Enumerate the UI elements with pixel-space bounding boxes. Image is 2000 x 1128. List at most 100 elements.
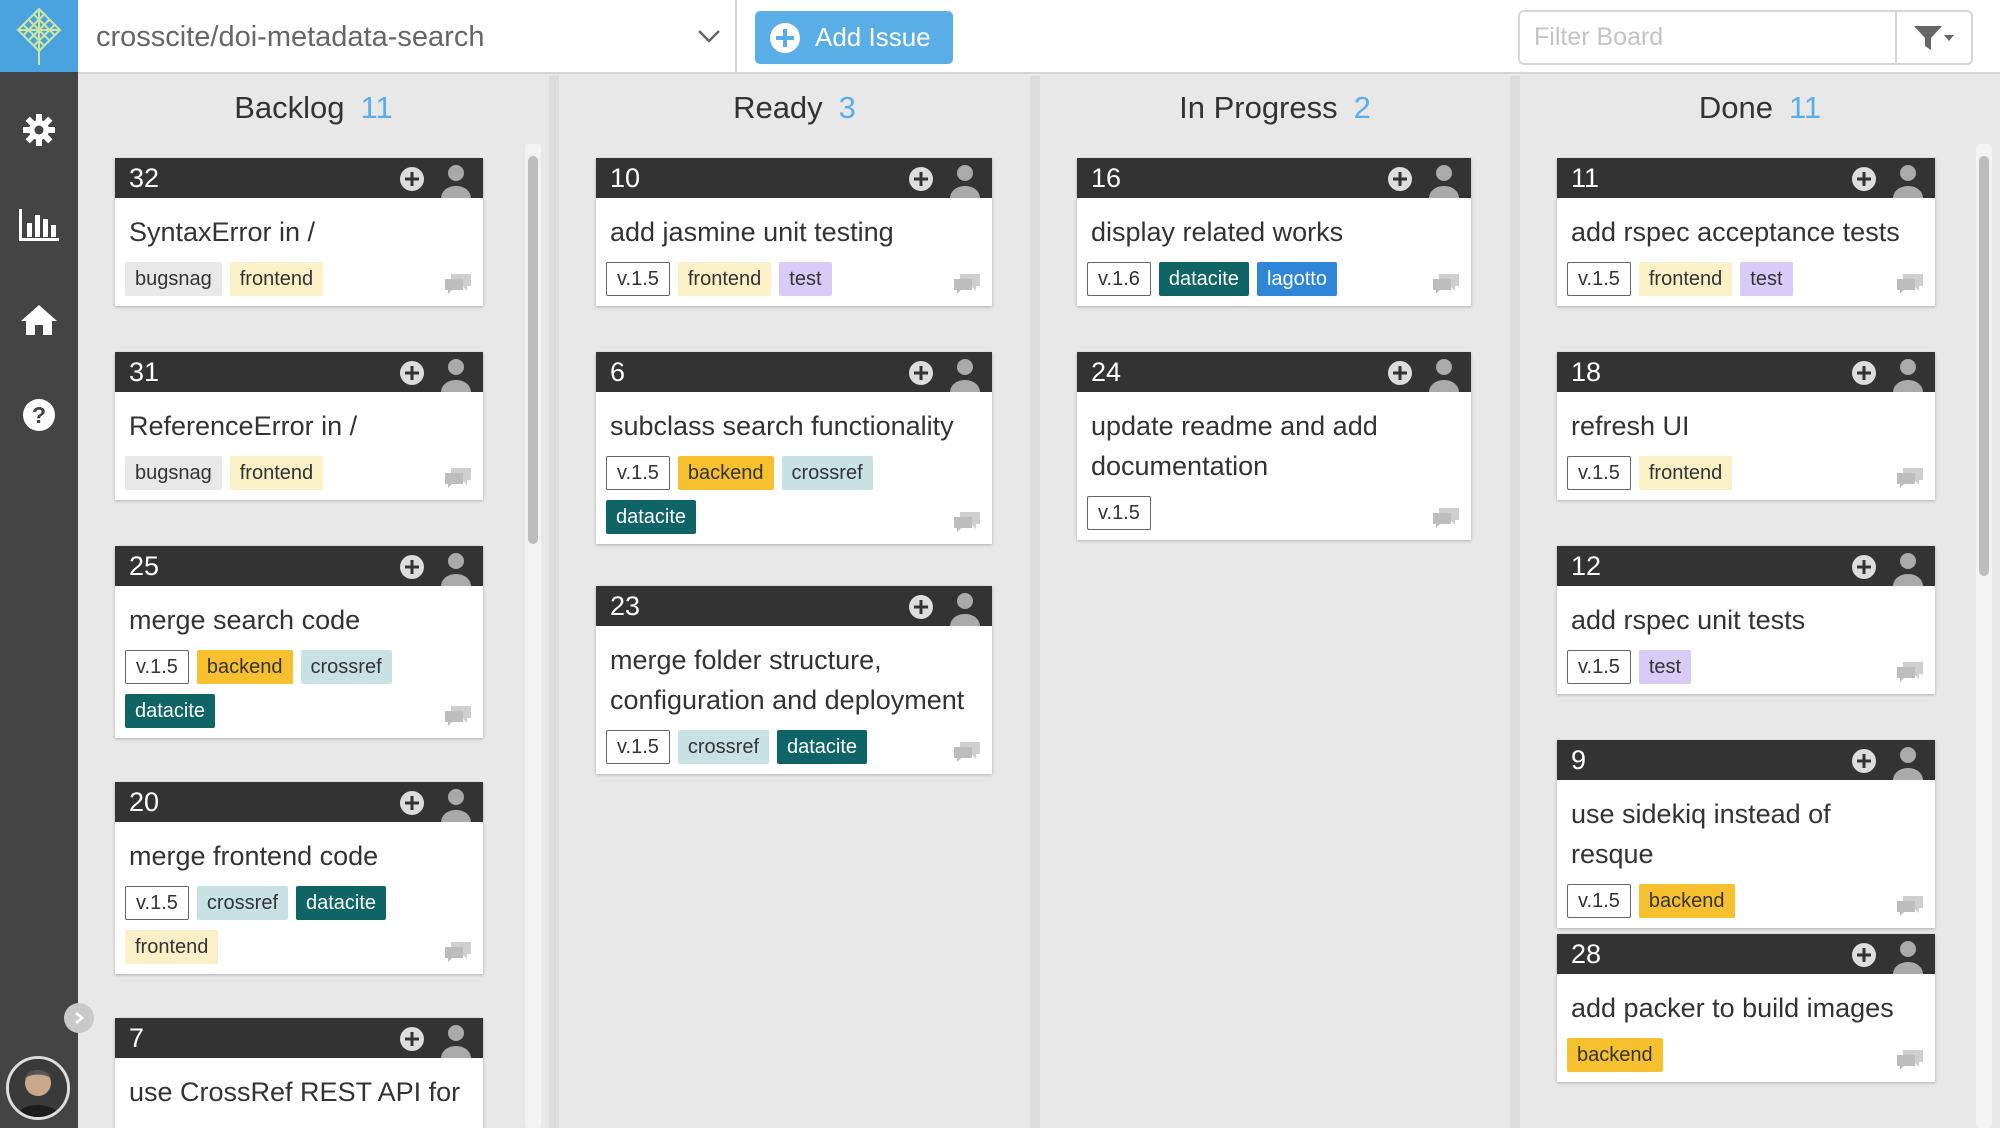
column-header: In Progress 2 <box>1040 90 1510 126</box>
label-version[interactable]: v.1.5 <box>1567 262 1631 296</box>
label-frontend[interactable]: frontend <box>1638 262 1733 296</box>
column-scrollbar[interactable] <box>525 144 541 1128</box>
user-icon <box>1893 553 1923 586</box>
label-version[interactable]: v.1.5 <box>606 456 670 490</box>
label-backend[interactable]: backend <box>196 650 293 684</box>
filter-icon <box>1914 25 1954 50</box>
issue-number: 7 <box>129 1022 145 1053</box>
issue-card[interactable]: 20 merge frontend code v.1.5 crossref dataci… <box>115 782 483 974</box>
label-frontend[interactable]: frontend <box>1638 456 1733 490</box>
comments-icon <box>445 706 471 726</box>
settings-button[interactable] <box>0 100 78 160</box>
column-count: 2 <box>1353 90 1371 125</box>
issue-card[interactable]: 16 display related works v.1.6 datacite lago… <box>1077 158 1471 306</box>
issue-card[interactable]: 6 subclass search functionality v.1.5 backe… <box>596 352 992 544</box>
column-title: Done <box>1698 90 1773 125</box>
reports-button[interactable] <box>0 195 78 255</box>
user-icon <box>1893 165 1923 198</box>
issue-card[interactable]: 31 ReferenceError in / bugsnag frontend <box>115 352 483 500</box>
plus-circle-icon <box>1388 167 1412 191</box>
filter-options-button[interactable] <box>1895 12 1971 63</box>
plus-circle-icon <box>400 167 424 191</box>
issue-card[interactable]: 7 use CrossRef REST API for <box>115 1018 483 1128</box>
plus-circle-icon <box>770 22 800 53</box>
label-version[interactable]: v.1.5 <box>125 886 189 920</box>
issue-card[interactable]: 9 use sidekiq instead of resque v.1.5 backe… <box>1557 740 1935 928</box>
label-backend[interactable]: backend <box>1567 1038 1663 1072</box>
label-bugsnag[interactable]: bugsnag <box>125 456 222 490</box>
home-button[interactable] <box>0 290 78 350</box>
label-backend[interactable]: backend <box>1638 884 1735 918</box>
label-backend[interactable]: backend <box>677 456 774 490</box>
label-test[interactable]: test <box>779 262 832 296</box>
svg-text:?: ? <box>32 402 46 428</box>
label-version[interactable]: v.1.5 <box>1087 496 1151 530</box>
label-crossref[interactable]: crossref <box>300 650 392 684</box>
label-test[interactable]: test <box>1638 650 1692 684</box>
label-version[interactable]: v.1.5 <box>606 262 670 296</box>
issue-title: ReferenceError in / <box>129 411 358 441</box>
help-icon: ? <box>23 399 55 431</box>
label-datacite[interactable]: datacite <box>777 730 868 764</box>
scrollbar-thumb[interactable] <box>528 156 538 544</box>
column-done: Done 11 11 add rspec acceptance tests v.1.5 f… <box>1520 76 2000 1128</box>
issue-card[interactable]: 11 add rspec acceptance tests v.1.5 fronten… <box>1557 158 1935 306</box>
label-version[interactable]: v.1.5 <box>1567 884 1631 918</box>
card-header: 12 <box>1557 546 1935 586</box>
label-version[interactable]: v.1.5 <box>1567 650 1631 684</box>
repo-selector[interactable]: crosscite/doi-metadata-search <box>78 0 737 74</box>
issue-number: 11 <box>1571 162 1600 193</box>
comments-icon <box>445 942 471 962</box>
issue-card[interactable]: 23 merge folder structure, configuration … <box>596 586 992 774</box>
label-frontend[interactable]: frontend <box>677 262 772 296</box>
issue-card[interactable]: 12 add rspec unit tests v.1.5 test <box>1557 546 1935 694</box>
user-icon <box>950 165 980 198</box>
column-scrollbar[interactable] <box>1976 144 1992 1128</box>
issue-card[interactable]: 18 refresh UI v.1.5 frontend <box>1557 352 1935 500</box>
issue-card[interactable]: 10 add jasmine unit testing v.1.5 frontend t… <box>596 158 992 306</box>
user-icon <box>950 593 980 626</box>
comments-icon <box>445 468 471 488</box>
top-bar: crosscite/doi-metadata-search Add Issue <box>78 0 2000 74</box>
label-frontend[interactable]: frontend <box>229 262 324 296</box>
label-test[interactable]: test <box>1740 262 1793 296</box>
label-crossref[interactable]: crossref <box>781 456 873 490</box>
user-icon <box>441 359 471 392</box>
comments-icon <box>1433 508 1459 528</box>
label-frontend[interactable]: frontend <box>229 456 324 490</box>
bar-chart-icon <box>19 209 59 241</box>
card-header: 18 <box>1557 352 1935 392</box>
label-datacite[interactable]: datacite <box>606 500 697 534</box>
label-list: v.1.5 frontend test <box>1557 252 1935 306</box>
sidebar-expand-button[interactable] <box>64 1003 94 1033</box>
issue-card[interactable]: 24 update readme and add documentation v.1… <box>1077 352 1471 540</box>
label-version[interactable]: v.1.6 <box>1087 262 1151 296</box>
label-datacite[interactable]: datacite <box>125 694 216 728</box>
label-crossref[interactable]: crossref <box>196 886 288 920</box>
label-lagotto[interactable]: lagotto <box>1256 262 1337 296</box>
label-bugsnag[interactable]: bugsnag <box>125 262 222 296</box>
user-avatar[interactable] <box>6 1056 70 1120</box>
card-header: 6 <box>596 352 992 392</box>
label-version[interactable]: v.1.5 <box>125 650 189 684</box>
label-version[interactable]: v.1.5 <box>1567 456 1631 490</box>
app-logo[interactable] <box>0 0 78 72</box>
card-header: 7 <box>115 1018 483 1058</box>
label-datacite[interactable]: datacite <box>1158 262 1249 296</box>
label-version[interactable]: v.1.5 <box>606 730 670 764</box>
add-issue-button[interactable]: Add Issue <box>755 11 953 64</box>
issue-card[interactable]: 32 SyntaxError in / bugsnag frontend <box>115 158 483 306</box>
label-crossref[interactable]: crossref <box>677 730 769 764</box>
help-button[interactable]: ? <box>0 385 78 445</box>
plus-circle-icon <box>909 595 933 619</box>
issue-card[interactable]: 28 add packer to build images backend <box>1557 934 1935 1082</box>
comments-icon <box>1897 274 1923 294</box>
label-frontend[interactable]: frontend <box>125 930 219 964</box>
plus-circle-icon <box>1852 361 1876 385</box>
comments-icon <box>954 742 980 762</box>
label-datacite[interactable]: datacite <box>296 886 387 920</box>
comments-icon <box>1897 1050 1923 1070</box>
scrollbar-thumb[interactable] <box>1979 156 1989 576</box>
filter-board-input[interactable] <box>1520 12 1900 63</box>
issue-card[interactable]: 25 merge search code v.1.5 backend crossref d… <box>115 546 483 738</box>
